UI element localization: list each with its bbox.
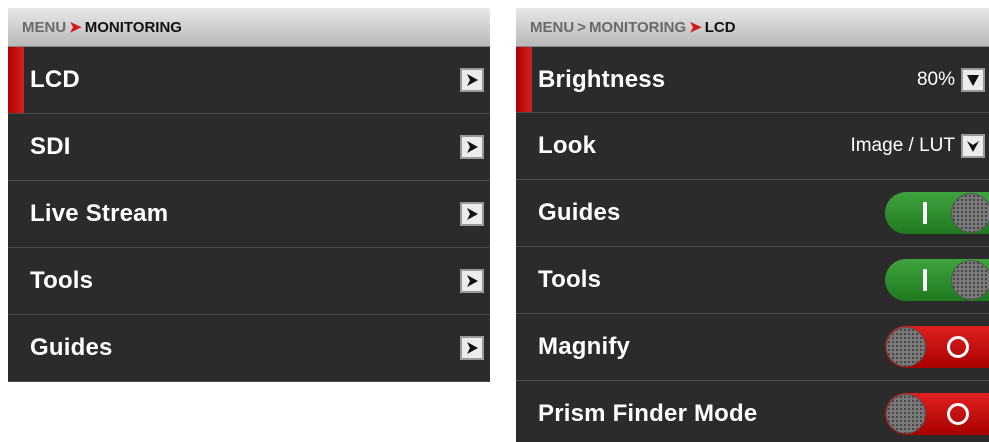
toggle-knob[interactable] — [951, 193, 989, 233]
chevron-right-icon[interactable] — [460, 269, 484, 293]
breadcrumb-menu[interactable]: MENU — [22, 19, 66, 36]
setting-label: Tools — [538, 266, 602, 293]
toggle-on-icon — [923, 202, 927, 224]
brightness-dropdown[interactable]: 80% — [916, 67, 985, 92]
breadcrumb-monitoring[interactable]: MONITORING — [589, 19, 686, 36]
menu-item-guides[interactable]: Guides — [8, 315, 490, 382]
chevron-right-icon[interactable] — [460, 202, 484, 226]
toggle-knob[interactable] — [886, 327, 926, 367]
setting-value: Image / LUT — [850, 135, 955, 156]
monitoring-menu-panel: MENU ➤ MONITORING LCD SDI Live Stream To… — [8, 8, 490, 382]
menu-item-label: LCD — [30, 66, 80, 93]
magnify-toggle[interactable] — [885, 326, 989, 368]
prism-finder-mode-toggle[interactable] — [885, 393, 989, 435]
lcd-settings-panel: MENU > MONITORING ➤ LCD Brightness 80% L… — [516, 8, 989, 442]
breadcrumb-separator-icon: ➤ — [689, 19, 702, 36]
chevron-down-icon[interactable] — [961, 134, 985, 158]
menu-item-tools[interactable]: Tools — [8, 248, 490, 315]
breadcrumb-separator-icon: > — [577, 18, 586, 36]
tools-toggle[interactable] — [885, 259, 989, 301]
breadcrumb: MENU ➤ MONITORING — [8, 8, 490, 47]
setting-label: Look — [538, 132, 597, 159]
breadcrumb-menu[interactable]: MENU — [530, 19, 574, 36]
menu-item-label: Live Stream — [30, 200, 169, 227]
menu-item-lcd[interactable]: LCD — [8, 47, 490, 114]
setting-magnify[interactable]: Magnify — [516, 314, 989, 381]
menu-item-live-stream[interactable]: Live Stream — [8, 181, 490, 248]
breadcrumb: MENU > MONITORING ➤ LCD — [516, 8, 989, 47]
menu-item-label: Guides — [30, 334, 113, 361]
breadcrumb-separator-icon: ➤ — [69, 19, 82, 36]
setting-label: Brightness — [538, 65, 666, 93]
setting-value: 80% — [916, 68, 955, 90]
setting-label: Guides — [538, 199, 621, 226]
menu-item-label: SDI — [30, 133, 71, 160]
chevron-right-icon[interactable] — [460, 336, 484, 360]
menu-item-label: Tools — [30, 267, 94, 294]
breadcrumb-current: MONITORING — [84, 18, 182, 36]
setting-brightness[interactable]: Brightness 80% — [516, 47, 989, 113]
setting-label: Prism Finder Mode — [538, 400, 758, 427]
chevron-down-icon[interactable] — [961, 67, 985, 92]
setting-look[interactable]: Look Image / LUT — [516, 113, 989, 180]
chevron-right-icon[interactable] — [460, 135, 484, 159]
look-dropdown[interactable]: Image / LUT — [850, 134, 985, 158]
toggle-off-icon — [947, 403, 969, 425]
setting-guides[interactable]: Guides — [516, 180, 989, 247]
guides-toggle[interactable] — [885, 192, 989, 234]
menu-item-sdi[interactable]: SDI — [8, 114, 490, 181]
setting-prism-finder-mode[interactable]: Prism Finder Mode — [516, 381, 989, 442]
chevron-right-icon[interactable] — [460, 68, 484, 92]
toggle-off-icon — [947, 336, 969, 358]
setting-tools[interactable]: Tools — [516, 247, 989, 314]
setting-label: Magnify — [538, 333, 631, 360]
breadcrumb-current: LCD — [704, 18, 736, 36]
toggle-knob[interactable] — [886, 394, 926, 434]
toggle-knob[interactable] — [951, 260, 989, 300]
toggle-on-icon — [923, 269, 927, 291]
